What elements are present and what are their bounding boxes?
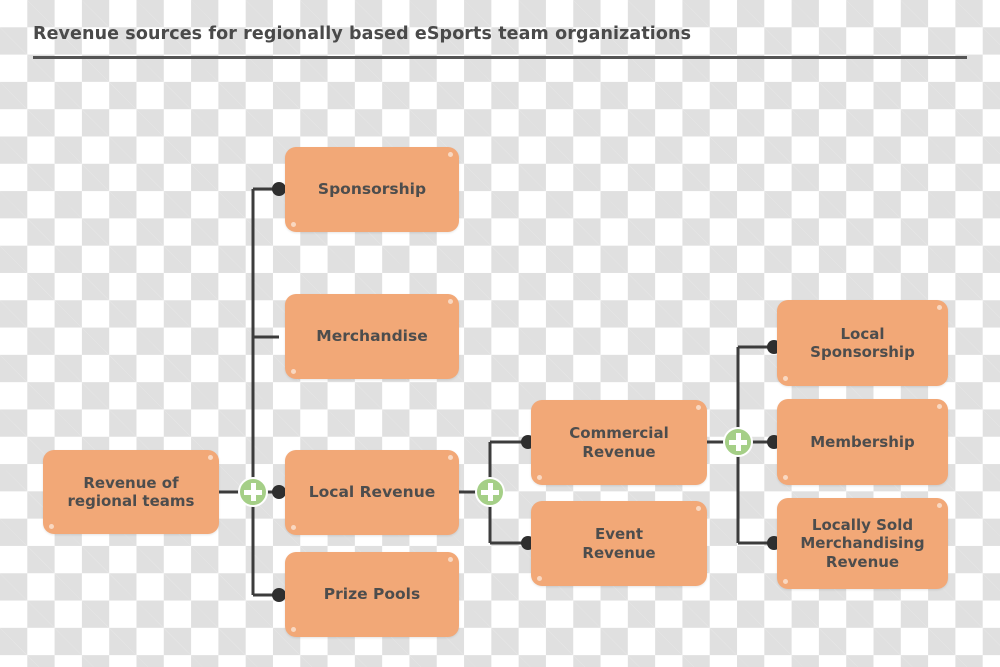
expand-plus-icon-local-revenue[interactable] bbox=[475, 477, 505, 507]
node-label: Sponsorship bbox=[317, 180, 427, 199]
node-label-line1: Commercial bbox=[569, 424, 669, 443]
endpoint-dot bbox=[272, 485, 286, 499]
node-merchandise[interactable]: Merchandise bbox=[285, 294, 459, 379]
node-prize-pools[interactable]: Prize Pools bbox=[285, 552, 459, 637]
node-label-line2: Sponsorship bbox=[810, 343, 915, 361]
plus-vertical-bar bbox=[735, 433, 741, 451]
endpoint-dot bbox=[272, 182, 286, 196]
node-revenue-of-regional-teams[interactable]: Revenue of regional teams bbox=[43, 450, 219, 534]
node-label-line1: Event bbox=[594, 525, 644, 544]
node-sponsorship[interactable]: Sponsorship bbox=[285, 147, 459, 232]
node-label-line1: Revenue of bbox=[83, 473, 179, 492]
node-local-sponsorship[interactable]: Local Sponsorship bbox=[777, 300, 948, 386]
node-label-line2: Revenue bbox=[582, 543, 656, 562]
node-label-line3: Revenue bbox=[825, 552, 900, 571]
node-label-line1: Membership bbox=[810, 432, 915, 451]
node-label: Local Revenue bbox=[308, 483, 436, 502]
node-label-line2: Revenue bbox=[582, 442, 656, 461]
expand-plus-icon-commercial-revenue[interactable] bbox=[723, 427, 753, 457]
node-label-line2: regional teams bbox=[67, 492, 195, 510]
node-commercial-revenue[interactable]: Commercial Revenue bbox=[531, 400, 707, 485]
node-label-line1: Local bbox=[840, 324, 885, 343]
diagram-canvas: Revenue sources for regionally based eSp… bbox=[0, 0, 1000, 667]
node-locally-sold-merchandising-revenue[interactable]: Locally Sold Merchandising Revenue bbox=[777, 498, 948, 589]
plus-vertical-bar bbox=[487, 483, 493, 501]
endpoint-dot bbox=[272, 588, 286, 602]
expand-plus-icon-root[interactable] bbox=[238, 477, 268, 507]
node-event-revenue[interactable]: Event Revenue bbox=[531, 501, 707, 586]
node-label: Prize Pools bbox=[323, 585, 421, 604]
plus-vertical-bar bbox=[250, 483, 256, 501]
node-membership[interactable]: Membership bbox=[777, 399, 948, 485]
node-label-line2: Merchandising bbox=[800, 534, 925, 553]
node-local-revenue[interactable]: Local Revenue bbox=[285, 450, 459, 535]
node-label: Merchandise bbox=[316, 327, 428, 346]
node-label-line1: Locally Sold bbox=[811, 516, 914, 535]
